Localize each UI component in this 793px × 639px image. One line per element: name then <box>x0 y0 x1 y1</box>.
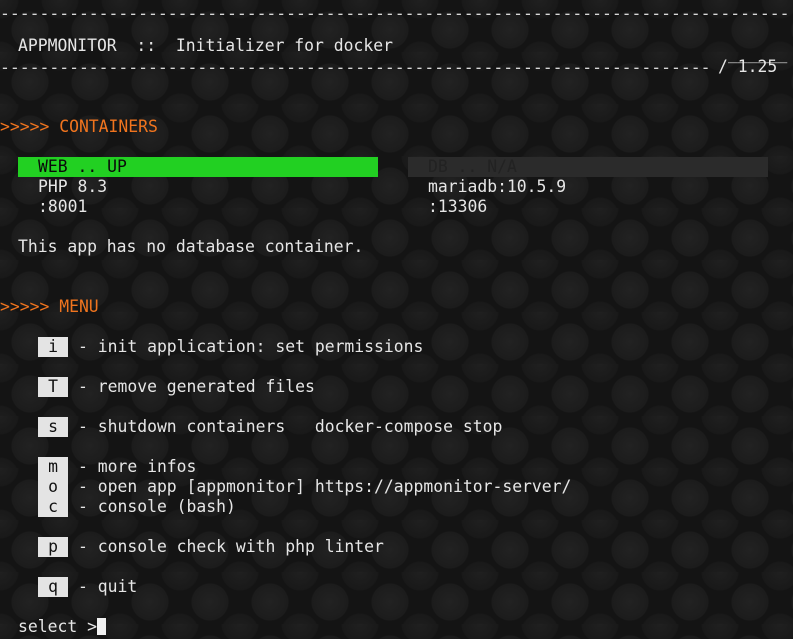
menu-item-remove-files[interactable]: - remove generated files <box>78 377 315 397</box>
text-cursor-icon <box>96 618 106 635</box>
menu-key-c[interactable]: c <box>38 497 68 517</box>
menu-key-s[interactable]: s <box>38 417 68 437</box>
menu-key-p[interactable]: p <box>38 537 68 557</box>
db-detail: mariadb:10.5.9 <box>428 177 567 196</box>
menu-key-i[interactable]: i <box>38 337 68 357</box>
web-detail: PHP 8.3 <box>38 177 108 196</box>
db-status-bar: DB .. N/A <box>408 157 768 177</box>
db-port: :13306 <box>428 197 488 216</box>
app-title: APPMONITOR :: Initializer for docker <box>18 36 393 55</box>
menu-item-init[interactable]: - init application: set permissions <box>78 337 423 357</box>
db-status: DB .. N/A <box>428 157 517 176</box>
menu-key-T[interactable]: T <box>38 377 68 397</box>
menu-item-open-app[interactable]: - open app [appmonitor] https://appmonit… <box>78 477 571 497</box>
menu-key-m[interactable]: m <box>38 457 68 477</box>
menu-key-o[interactable]: o <box>38 477 68 497</box>
containers-note: This app has no database container. <box>18 237 364 256</box>
header-rule-top: ----------------------------------------… <box>0 4 790 23</box>
web-status-bar: WEB .. UP <box>18 157 378 177</box>
menu-item-php-linter[interactable]: - console check with php linter <box>78 537 384 557</box>
web-status: WEB .. UP <box>38 157 127 176</box>
select-prompt[interactable]: select > <box>18 617 106 637</box>
menu-item-shutdown[interactable]: - shutdown containers docker-compose sto… <box>78 417 502 437</box>
version-label: / 1.25 <box>718 57 778 76</box>
menu-item-console[interactable]: - console (bash) <box>78 497 236 517</box>
containers-heading: >>>>> CONTAINERS <box>0 117 158 136</box>
web-port: :8001 <box>38 197 88 216</box>
menu-heading: >>>>> MENU <box>0 297 99 316</box>
menu-key-q[interactable]: q <box>38 577 68 597</box>
header-rule-bottom: ----------------------------------------… <box>0 58 711 77</box>
menu-item-quit[interactable]: - quit <box>78 577 137 597</box>
select-prompt-label: select > <box>18 617 97 636</box>
menu-item-more-infos[interactable]: - more infos <box>78 457 196 477</box>
